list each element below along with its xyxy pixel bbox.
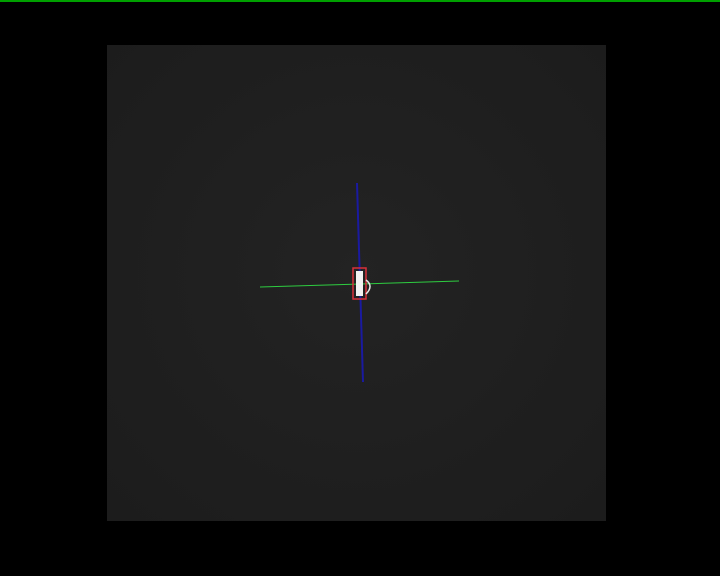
sensor-image-frame [107,45,606,521]
camera-viewport [0,0,720,576]
status-line [0,0,720,2]
